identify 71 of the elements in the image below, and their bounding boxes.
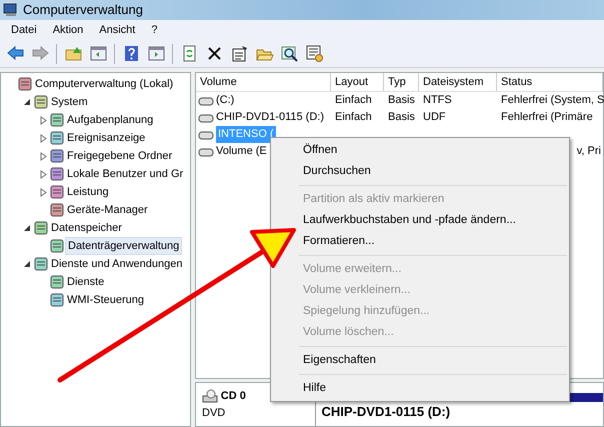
tree-item[interactable]: Aufgabenplanung [65,112,156,128]
collapsed-triangle-icon[interactable] [40,116,46,124]
tree-node-icon [49,184,65,200]
column-header[interactable]: Dateisystem [419,73,497,91]
tree-item[interactable]: Datenspeicher [49,220,124,236]
tree-item[interactable]: Lokale Benutzer und Gr [65,166,186,182]
tree-item[interactable]: Geräte-Manager [65,202,150,218]
tree-node-icon [49,202,65,218]
table-cell-text: Fehlerfrei (System, S [501,93,604,108]
disk-type: DVD [202,406,226,420]
menu-item[interactable]: Eigenschaften [299,350,569,371]
volume-label: CHIP-DVD1-0115 (D:) [320,403,452,421]
tree-node-icon [49,274,65,290]
column-header[interactable]: Status [497,73,603,91]
column-header[interactable]: Typ [384,73,419,91]
tree-item[interactable]: Computerverwaltung (Lokal) [33,76,176,92]
tree-item[interactable]: Dienste [65,274,106,290]
menu-item[interactable]: Datei [10,22,38,38]
computer-icon [3,3,19,17]
collapsed-triangle-icon[interactable] [40,134,46,142]
tree-node-icon [33,220,49,236]
menu-item[interactable]: Ansicht [98,22,136,38]
drive-icon [198,146,214,156]
table-cell-text: Fehlerfrei (Primäre [501,110,593,126]
tree-item[interactable]: WMI-Steuerung [65,292,146,308]
tree-item[interactable]: Leistung [65,184,111,200]
table-cell-text: v, Pri [576,144,601,160]
table-cell-text: Einfach [335,110,372,126]
tree-node-icon [33,94,49,110]
window-title: Computerverwaltung [23,1,143,20]
drive-icon [198,96,214,106]
disk-name: CD 0 [220,389,246,404]
column-header[interactable]: Layout [331,73,384,91]
tree-node-icon [49,112,65,128]
tree-item[interactable]: System [49,94,90,110]
expanded-triangle-icon[interactable] [23,224,31,232]
menu-item[interactable]: Öffnen [299,140,569,161]
tree-node-icon [33,256,49,272]
collapsed-triangle-icon[interactable] [40,188,46,196]
menu-item[interactable]: Durchsuchen [299,161,569,182]
expanded-triangle-icon[interactable] [23,98,31,106]
tree-item[interactable]: Dienste und Anwendungen [49,256,184,272]
tree-node-icon [49,238,65,254]
drive-icon [198,112,214,122]
cd-drive-icon [202,389,218,404]
tree-node-icon [49,292,65,308]
menu-item[interactable]: Formatieren... [299,231,569,252]
drive-name[interactable]: Volume (E [216,143,267,160]
menu-item[interactable]: Aktion [52,22,84,38]
tree-node-icon [49,148,65,164]
collapsed-triangle-icon[interactable] [40,170,46,178]
drive-icon [198,130,214,140]
menu-item[interactable]: Laufwerkbuchstaben und -pfade ändern... [299,210,569,231]
tree-item[interactable]: Freigegebene Ordner [65,148,174,164]
tree-node-icon [17,76,33,92]
collapsed-triangle-icon[interactable] [40,152,46,160]
column-header[interactable]: Volume [196,73,331,91]
drive-name[interactable]: CHIP-DVD1-0115 (D:) [216,109,324,126]
expanded-triangle-icon[interactable] [23,260,31,268]
table-cell-text: Basis [388,110,415,126]
tree-item[interactable]: Ereignisanzeige [65,130,148,146]
drive-name[interactable]: (C:) [216,92,234,109]
menu-item[interactable]: Hilfe [299,378,569,399]
menu-item[interactable]: ? [150,22,158,38]
tree-node-icon [49,166,65,182]
tree-node-icon [49,130,65,146]
tree-item[interactable]: Datenträgerverwaltung [65,236,182,256]
table-cell-text: Einfach [335,93,372,108]
table-cell-text: UDF [423,110,446,126]
table-cell-text: NTFS [423,93,452,108]
table-cell-text: Basis [388,93,415,108]
